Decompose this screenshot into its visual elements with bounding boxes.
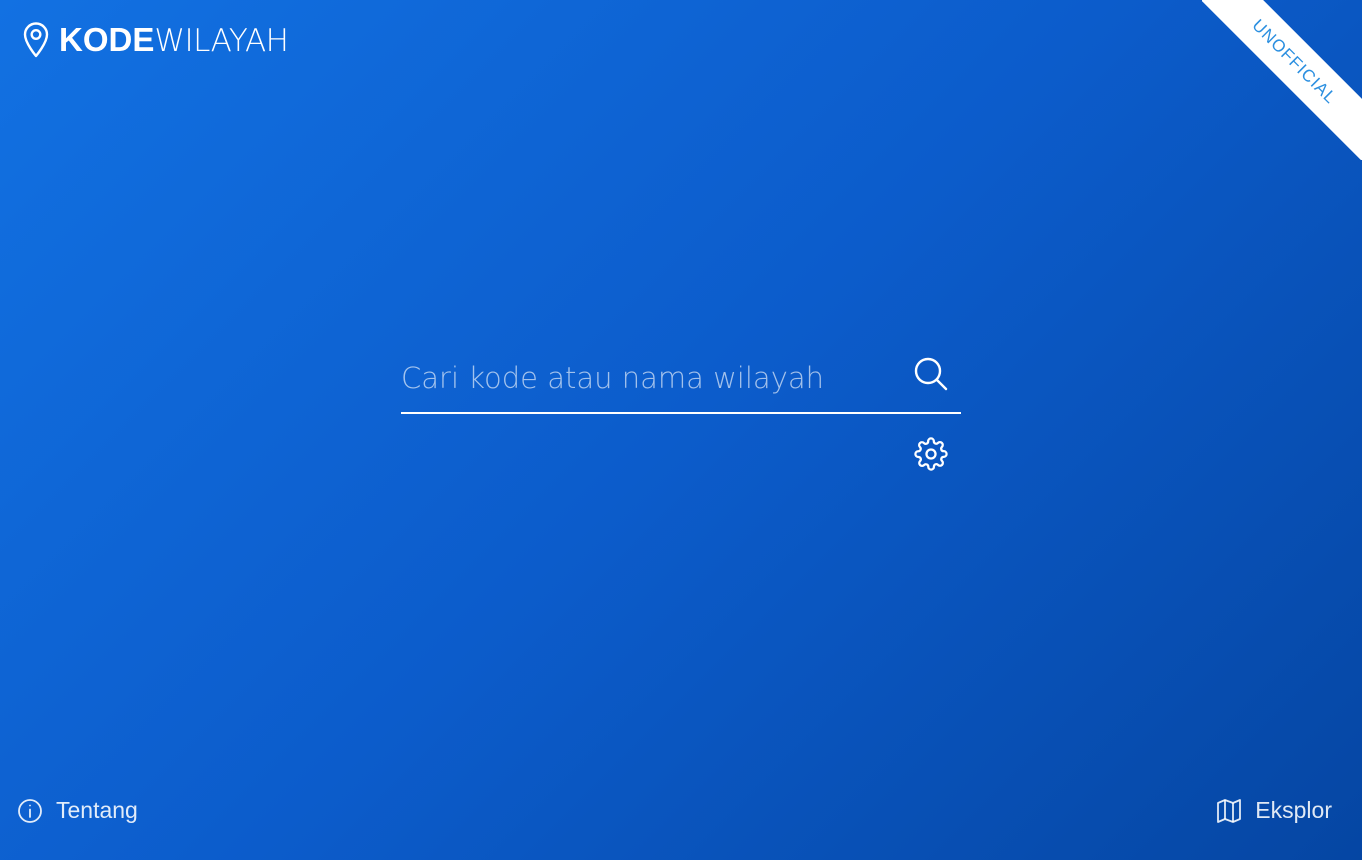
logo-text-light: WILAYAH [154,22,289,59]
map-icon [1217,798,1242,823]
explore-link[interactable]: Eksplor [1216,797,1332,824]
settings-button[interactable] [914,437,948,471]
search-button[interactable] [913,356,951,394]
gear-icon [914,437,948,471]
search-input[interactable] [401,354,891,402]
logo-text-bold: KODE [59,20,155,58]
ribbon-label: UNOFFICIAL [1202,0,1362,160]
search-box [401,346,961,414]
unofficial-ribbon: UNOFFICIAL [1202,0,1362,160]
search-icon [914,357,948,391]
logo[interactable]: KODEWILAYAH [22,20,289,61]
explore-label: Eksplor [1255,797,1332,823]
info-icon [18,798,42,823]
map-pin-icon [22,22,50,58]
about-link[interactable]: Tentang [17,797,138,824]
about-label: Tentang [56,797,138,823]
logo-text: KODEWILAYAH [59,20,289,61]
